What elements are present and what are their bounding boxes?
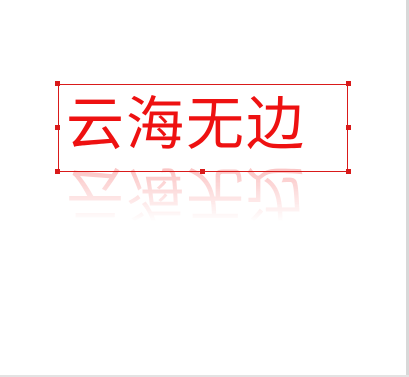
- selected-text-object[interactable]: 云海无边: [55, 81, 351, 174]
- headline-text[interactable]: 云海无边: [66, 88, 342, 160]
- resize-handle-middle-right[interactable]: [346, 125, 351, 130]
- resize-handle-top-left[interactable]: [55, 81, 60, 86]
- resize-handle-bottom-right[interactable]: [346, 169, 351, 174]
- resize-handle-top-right[interactable]: [346, 81, 351, 86]
- resize-handle-bottom-left[interactable]: [55, 169, 60, 174]
- drawing-canvas[interactable]: 云海无边 云海无边: [0, 0, 409, 377]
- resize-handle-middle-left[interactable]: [55, 125, 60, 130]
- resize-handle-bottom-middle[interactable]: [200, 169, 205, 174]
